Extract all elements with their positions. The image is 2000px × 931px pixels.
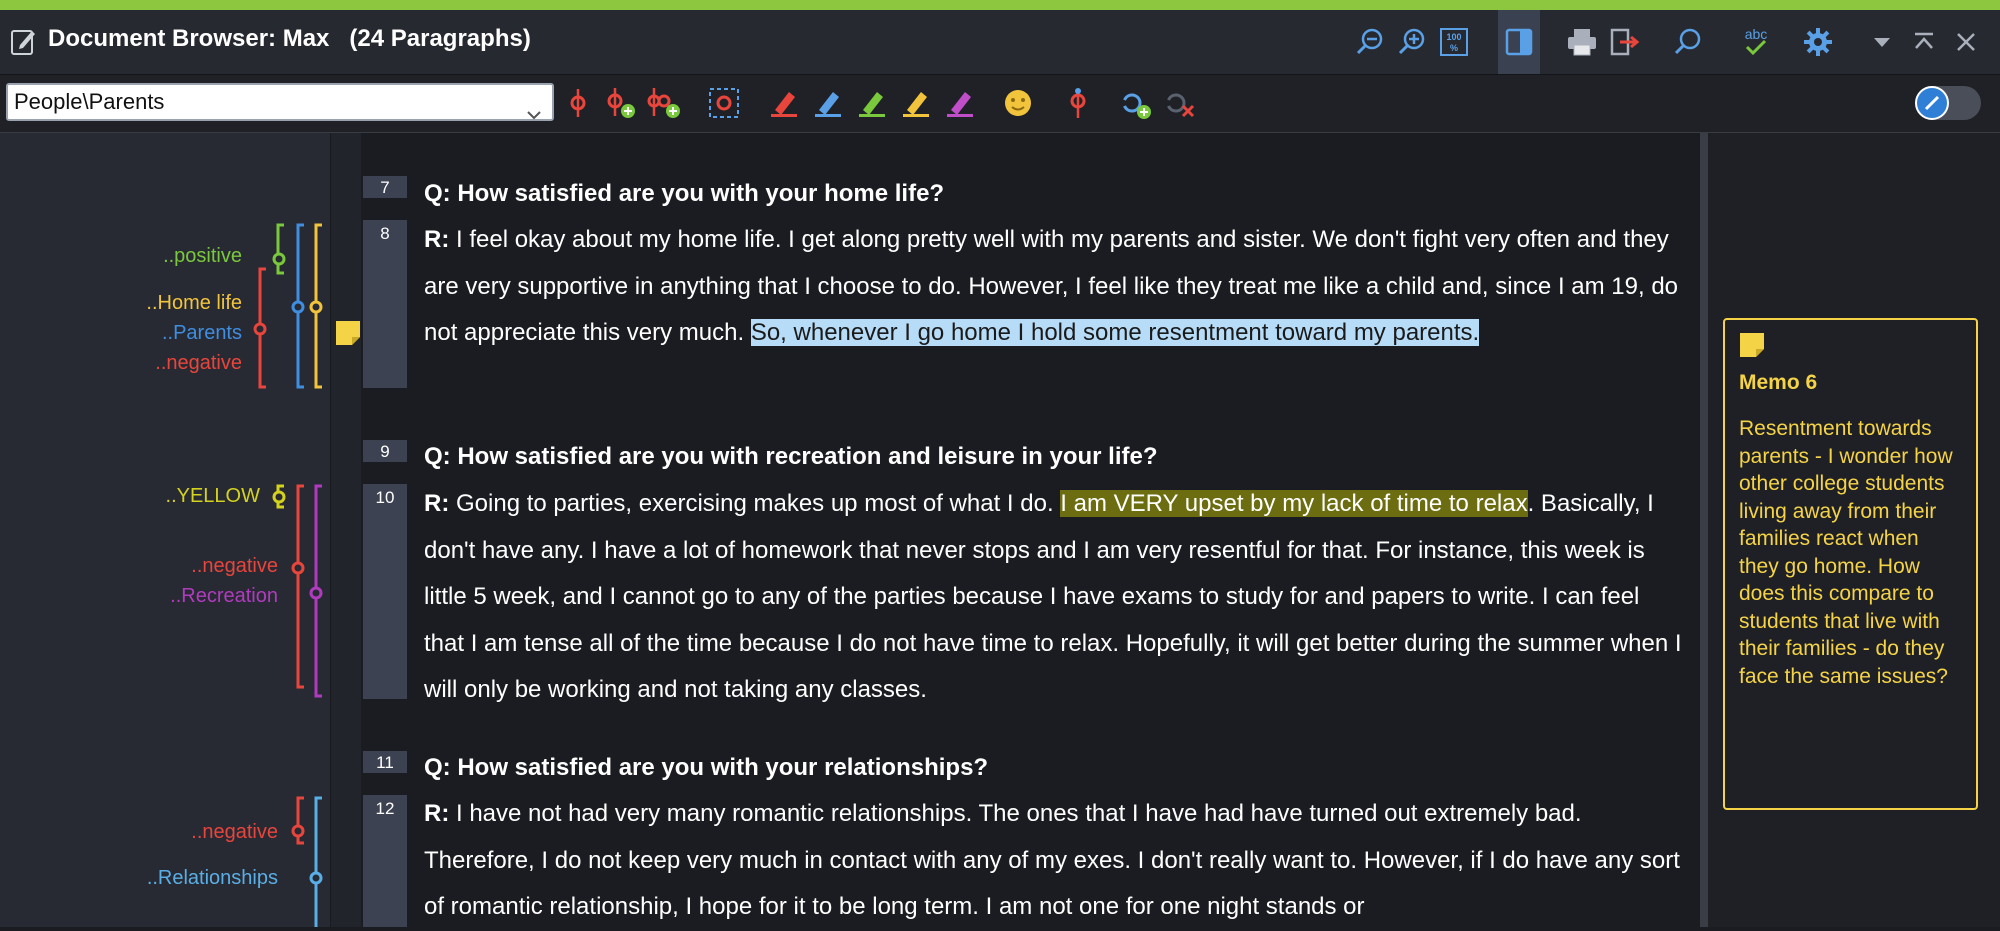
- paragraph-10[interactable]: R: Going to parties, exercising makes up…: [424, 481, 1684, 714]
- memo-body: Resentment towards parents - I wonder ho…: [1739, 417, 1953, 688]
- svg-text:%: %: [1450, 43, 1458, 53]
- paragraph-number-block: [363, 220, 407, 388]
- stripe-parents: [291, 223, 305, 389]
- highlight-red-icon[interactable]: [766, 85, 802, 121]
- coding-stripes: [253, 223, 323, 927]
- question-text: Q: How satisfied are you with your home …: [424, 180, 945, 207]
- code-select-value: People\Parents: [14, 89, 165, 114]
- remove-link-icon[interactable]: [1162, 85, 1198, 121]
- chevron-down-icon: [526, 97, 542, 131]
- paragraph-number: 10: [375, 488, 395, 507]
- export-icon[interactable]: [1604, 20, 1644, 64]
- highlight-blue-icon[interactable]: [810, 85, 846, 121]
- code-with-color-icon[interactable]: [1060, 85, 1096, 121]
- paragraph-7[interactable]: Q: How satisfied are you with your home …: [424, 171, 1684, 218]
- stripe-negative-3: [291, 796, 305, 845]
- select-code-icon[interactable]: [706, 85, 742, 121]
- svg-text:100: 100: [1446, 32, 1461, 42]
- code-icon[interactable]: [560, 85, 596, 121]
- response-marker: R:: [424, 226, 450, 253]
- gear-icon[interactable]: [1798, 20, 1838, 64]
- search-icon[interactable]: [1668, 20, 1708, 64]
- question-text: Q: How satisfied are you with recreation…: [424, 443, 1158, 470]
- chevron-down-icon[interactable]: [1862, 20, 1902, 64]
- add-code-icon[interactable]: [602, 85, 638, 121]
- paragraph-number: 11: [376, 753, 394, 772]
- paragraph-8[interactable]: R: I feel okay about my home life. I get…: [424, 217, 1684, 357]
- paragraph-number: 12: [375, 799, 395, 818]
- response-marker: R:: [424, 800, 450, 827]
- memo-icon: [1739, 332, 1962, 363]
- print-icon[interactable]: [1562, 20, 1602, 64]
- add-link-icon[interactable]: [1118, 85, 1154, 121]
- edit-mode-toggle[interactable]: [1915, 86, 1981, 120]
- response-text-continued: . Basically, I don't have any. I have a …: [424, 490, 1682, 703]
- coding-toolbar: People\Parents: [0, 75, 2000, 133]
- paragraph-12[interactable]: R: I have not had very many romantic rel…: [424, 791, 1684, 931]
- zoom-in-icon[interactable]: [1392, 20, 1432, 64]
- document-name: Document Browser: Max: [48, 25, 330, 52]
- zoom-out-icon[interactable]: [1350, 20, 1390, 64]
- titlebar: Document Browser: Max (24 Paragraphs) 10…: [0, 10, 2000, 75]
- question-text: Q: How satisfied are you with your relat…: [424, 754, 989, 781]
- stripe-negative-2: [291, 484, 305, 689]
- panel-icon[interactable]: [1498, 10, 1540, 74]
- memo-card[interactable]: Memo 6 Resentment towards parents - I wo…: [1723, 318, 1978, 810]
- paragraph-number: 7: [380, 178, 390, 197]
- pencil-icon: [1915, 86, 1949, 120]
- add-subcode-icon[interactable]: [646, 85, 682, 121]
- window-accent-bar: [0, 0, 2000, 10]
- emoticon-icon[interactable]: [1000, 85, 1036, 121]
- stripe-yellow: [272, 484, 286, 509]
- paragraph-11[interactable]: Q: How satisfied are you with your relat…: [424, 745, 1684, 792]
- pin-top-icon[interactable]: [1904, 20, 1944, 64]
- scrollbar[interactable]: [1700, 133, 1708, 927]
- paragraph-number: 9: [380, 442, 390, 461]
- selected-text[interactable]: So, whenever I go home I hold some resen…: [750, 319, 1480, 346]
- window-title: Document Browser: Max (24 Paragraphs): [48, 24, 531, 54]
- response-text: Going to parties, exercising makes up mo…: [449, 490, 1061, 517]
- memo-title: Memo 6: [1739, 371, 1818, 394]
- stripe-relationships: [309, 796, 323, 927]
- zoom-100-icon[interactable]: 100%: [1434, 20, 1474, 64]
- paragraph-9[interactable]: Q: How satisfied are you with recreation…: [424, 434, 1684, 481]
- stripe-positive: [272, 223, 286, 275]
- coded-highlight[interactable]: I am VERY upset by my lack of time to re…: [1060, 490, 1528, 517]
- highlight-green-icon[interactable]: [854, 85, 890, 121]
- response-marker: R:: [424, 490, 450, 517]
- stripe-home-life: [309, 223, 323, 389]
- highlight-yellow-icon[interactable]: [898, 85, 934, 121]
- response-text: I have not had very many romantic relati…: [424, 800, 1680, 920]
- document-edit-icon: [10, 26, 38, 56]
- paragraph-number: 8: [380, 224, 390, 243]
- stripe-negative: [253, 267, 267, 389]
- paragraph-count: (24 Paragraphs): [349, 25, 531, 52]
- stripe-recreation: [309, 484, 323, 698]
- code-select[interactable]: People\Parents: [6, 83, 554, 121]
- spellcheck-icon[interactable]: abc: [1736, 20, 1776, 64]
- memo-column: [330, 133, 361, 927]
- close-icon[interactable]: [1946, 20, 1986, 64]
- highlight-magenta-icon[interactable]: [942, 85, 978, 121]
- svg-text:abc: abc: [1745, 26, 1768, 42]
- paragraph-number-block: [363, 484, 407, 699]
- memo-icon[interactable]: [335, 320, 361, 346]
